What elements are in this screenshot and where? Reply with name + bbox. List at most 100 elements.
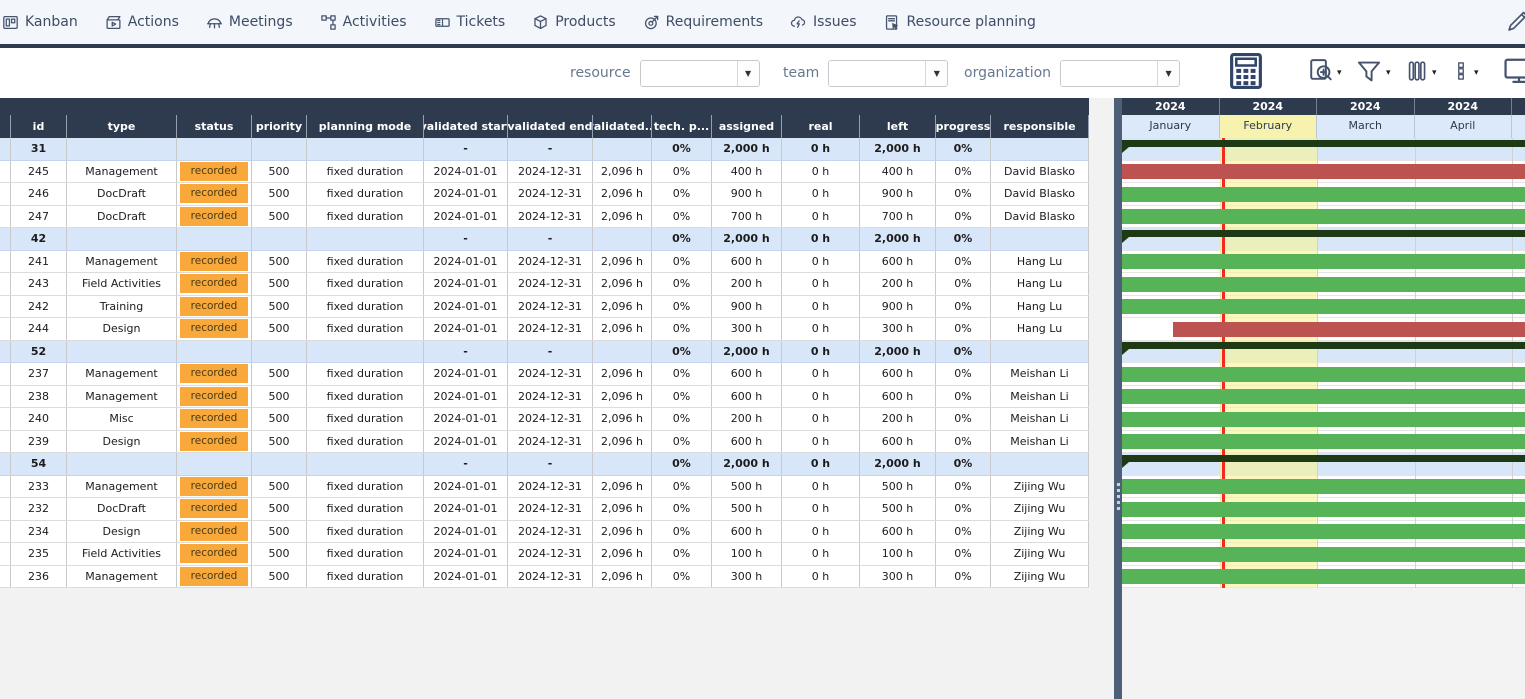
- table-row[interactable]: 241Managementrecorded500fixed duration20…: [0, 251, 1089, 274]
- cell-real: 0 h: [782, 228, 860, 250]
- splitter[interactable]: [1114, 98, 1122, 699]
- columns-button[interactable]: ▾: [1406, 48, 1437, 98]
- gantt-task-bar[interactable]: [1122, 502, 1525, 517]
- cell-priority: [252, 341, 307, 363]
- nav-item-kanban[interactable]: Kanban: [2, 14, 78, 31]
- table-row[interactable]: 246DocDraftrecorded500fixed duration2024…: [0, 183, 1089, 206]
- dropdown-caret-icon[interactable]: ▾: [1474, 68, 1479, 78]
- table-row[interactable]: 239Designrecorded500fixed duration2024-0…: [0, 431, 1089, 454]
- dropdown-caret-icon[interactable]: ▾: [1337, 68, 1342, 78]
- resource-input[interactable]: [641, 61, 737, 86]
- column-header-type[interactable]: type: [67, 115, 177, 138]
- nav-item-meetings[interactable]: Meetings: [206, 14, 293, 31]
- gantt-task-bar[interactable]: [1122, 547, 1525, 562]
- table-row[interactable]: 245Managementrecorded500fixed duration20…: [0, 161, 1089, 184]
- column-header-planning_mode[interactable]: planning mode: [307, 115, 424, 138]
- nav-item-resource-planning[interactable]: Resource planning: [884, 14, 1036, 31]
- column-header-id[interactable]: id: [11, 115, 67, 138]
- group-row[interactable]: 31--0%2,000 h0 h2,000 h0%: [0, 138, 1089, 161]
- gantt-task-bar[interactable]: [1122, 367, 1525, 382]
- gantt-month-cell[interactable]: March: [1317, 115, 1415, 138]
- row-options-button[interactable]: ▾: [1452, 48, 1479, 98]
- cell-v_end: 2024-12-31: [508, 296, 593, 318]
- row-expander-cell: [0, 161, 11, 183]
- column-header-status[interactable]: status: [177, 115, 252, 138]
- gantt-month-cell[interactable]: February: [1220, 115, 1318, 138]
- column-header-priority[interactable]: priority: [252, 115, 307, 138]
- table-row[interactable]: 235Field Activitiesrecorded500fixed dura…: [0, 543, 1089, 566]
- column-header-responsible[interactable]: responsible: [991, 115, 1089, 138]
- cell-left: 500 h: [860, 476, 936, 498]
- team-input[interactable]: [829, 61, 925, 86]
- gantt-summary-bar[interactable]: [1122, 230, 1525, 237]
- nav-item-products[interactable]: Products: [532, 14, 615, 31]
- gantt-task-bar[interactable]: [1173, 322, 1525, 337]
- gantt-task-bar[interactable]: [1122, 389, 1525, 404]
- group-row[interactable]: 54--0%2,000 h0 h2,000 h0%: [0, 453, 1089, 476]
- cell-v_dur: 2,096 h: [593, 386, 652, 408]
- group-row[interactable]: 52--0%2,000 h0 h2,000 h0%: [0, 341, 1089, 364]
- gantt-task-bar[interactable]: [1122, 187, 1525, 202]
- column-header-progress[interactable]: progress: [936, 115, 991, 138]
- gantt-task-bar[interactable]: [1122, 277, 1525, 292]
- table-row[interactable]: 247DocDraftrecorded500fixed duration2024…: [0, 206, 1089, 229]
- resource-dropdown-button[interactable]: ▼: [737, 61, 759, 86]
- gantt-month-cell[interactable]: April: [1415, 115, 1513, 138]
- gantt-month-cell[interactable]: [1512, 115, 1525, 138]
- gantt-task-bar[interactable]: [1122, 569, 1525, 584]
- team-dropdown-button[interactable]: ▼: [925, 61, 947, 86]
- column-header-v_start[interactable]: validated start: [424, 115, 508, 138]
- pencil-icon[interactable]: [1507, 10, 1525, 36]
- column-header-real[interactable]: real: [782, 115, 860, 138]
- nav-item-requirements[interactable]: Requirements: [643, 14, 763, 31]
- zoom-add-button[interactable]: ▾: [1307, 48, 1342, 98]
- dropdown-caret-icon[interactable]: ▾: [1386, 68, 1391, 78]
- row-expander-cell: [0, 476, 11, 498]
- table-row[interactable]: 238Managementrecorded500fixed duration20…: [0, 386, 1089, 409]
- table-row[interactable]: 237Managementrecorded500fixed duration20…: [0, 363, 1089, 386]
- column-header-assigned[interactable]: assigned: [712, 115, 782, 138]
- column-header-v_dur[interactable]: validated...: [593, 115, 652, 138]
- gantt-task-bar[interactable]: [1122, 479, 1525, 494]
- table-row[interactable]: 244Designrecorded500fixed duration2024-0…: [0, 318, 1089, 341]
- gantt-summary-bar[interactable]: [1122, 342, 1525, 349]
- nav-item-activities[interactable]: Activities: [320, 14, 407, 31]
- table-row[interactable]: 243Field Activitiesrecorded500fixed dura…: [0, 273, 1089, 296]
- gantt-task-bar[interactable]: [1122, 412, 1525, 427]
- table-row[interactable]: 240Miscrecorded500fixed duration2024-01-…: [0, 408, 1089, 431]
- cell-id: 243: [11, 273, 67, 295]
- group-row[interactable]: 42--0%2,000 h0 h2,000 h0%: [0, 228, 1089, 251]
- table-row[interactable]: 232DocDraftrecorded500fixed duration2024…: [0, 498, 1089, 521]
- monitor-button[interactable]: [1504, 48, 1525, 98]
- gantt-task-bar[interactable]: [1122, 299, 1525, 314]
- gantt-task-bar[interactable]: [1122, 524, 1525, 539]
- table-row[interactable]: 233Managementrecorded500fixed duration20…: [0, 476, 1089, 499]
- gantt-task-bar[interactable]: [1122, 164, 1525, 179]
- calculator-button[interactable]: [1229, 48, 1263, 98]
- gantt-summary-bar[interactable]: [1122, 455, 1525, 462]
- organization-input[interactable]: [1061, 61, 1157, 86]
- organization-dropdown-button[interactable]: ▼: [1157, 61, 1179, 86]
- cell-v_start: -: [424, 341, 508, 363]
- filter-icon: [1356, 58, 1382, 88]
- gantt-task-bar[interactable]: [1122, 434, 1525, 449]
- gantt-month-cell[interactable]: January: [1122, 115, 1220, 138]
- column-header-tech[interactable]: tech. p...: [652, 115, 712, 138]
- cell-v_end: 2024-12-31: [508, 543, 593, 565]
- cell-id: 234: [11, 521, 67, 543]
- nav-item-actions[interactable]: Actions: [105, 14, 179, 31]
- nav-item-issues[interactable]: Issues: [790, 14, 857, 31]
- gantt-summary-bar[interactable]: [1122, 140, 1525, 147]
- column-header-v_end[interactable]: validated end: [508, 115, 593, 138]
- nav-item-tickets[interactable]: Tickets: [434, 14, 506, 31]
- cell-planning_mode: fixed duration: [307, 273, 424, 295]
- filter-button[interactable]: ▾: [1356, 48, 1391, 98]
- gantt-task-bar[interactable]: [1122, 254, 1525, 269]
- table-row[interactable]: 234Designrecorded500fixed duration2024-0…: [0, 521, 1089, 544]
- dropdown-caret-icon[interactable]: ▾: [1432, 68, 1437, 78]
- table-row[interactable]: 236Managementrecorded500fixed duration20…: [0, 566, 1089, 589]
- gantt-task-bar[interactable]: [1122, 209, 1525, 224]
- column-header-left[interactable]: left: [860, 115, 936, 138]
- status-badge: recorded: [180, 432, 248, 451]
- table-row[interactable]: 242Trainingrecorded500fixed duration2024…: [0, 296, 1089, 319]
